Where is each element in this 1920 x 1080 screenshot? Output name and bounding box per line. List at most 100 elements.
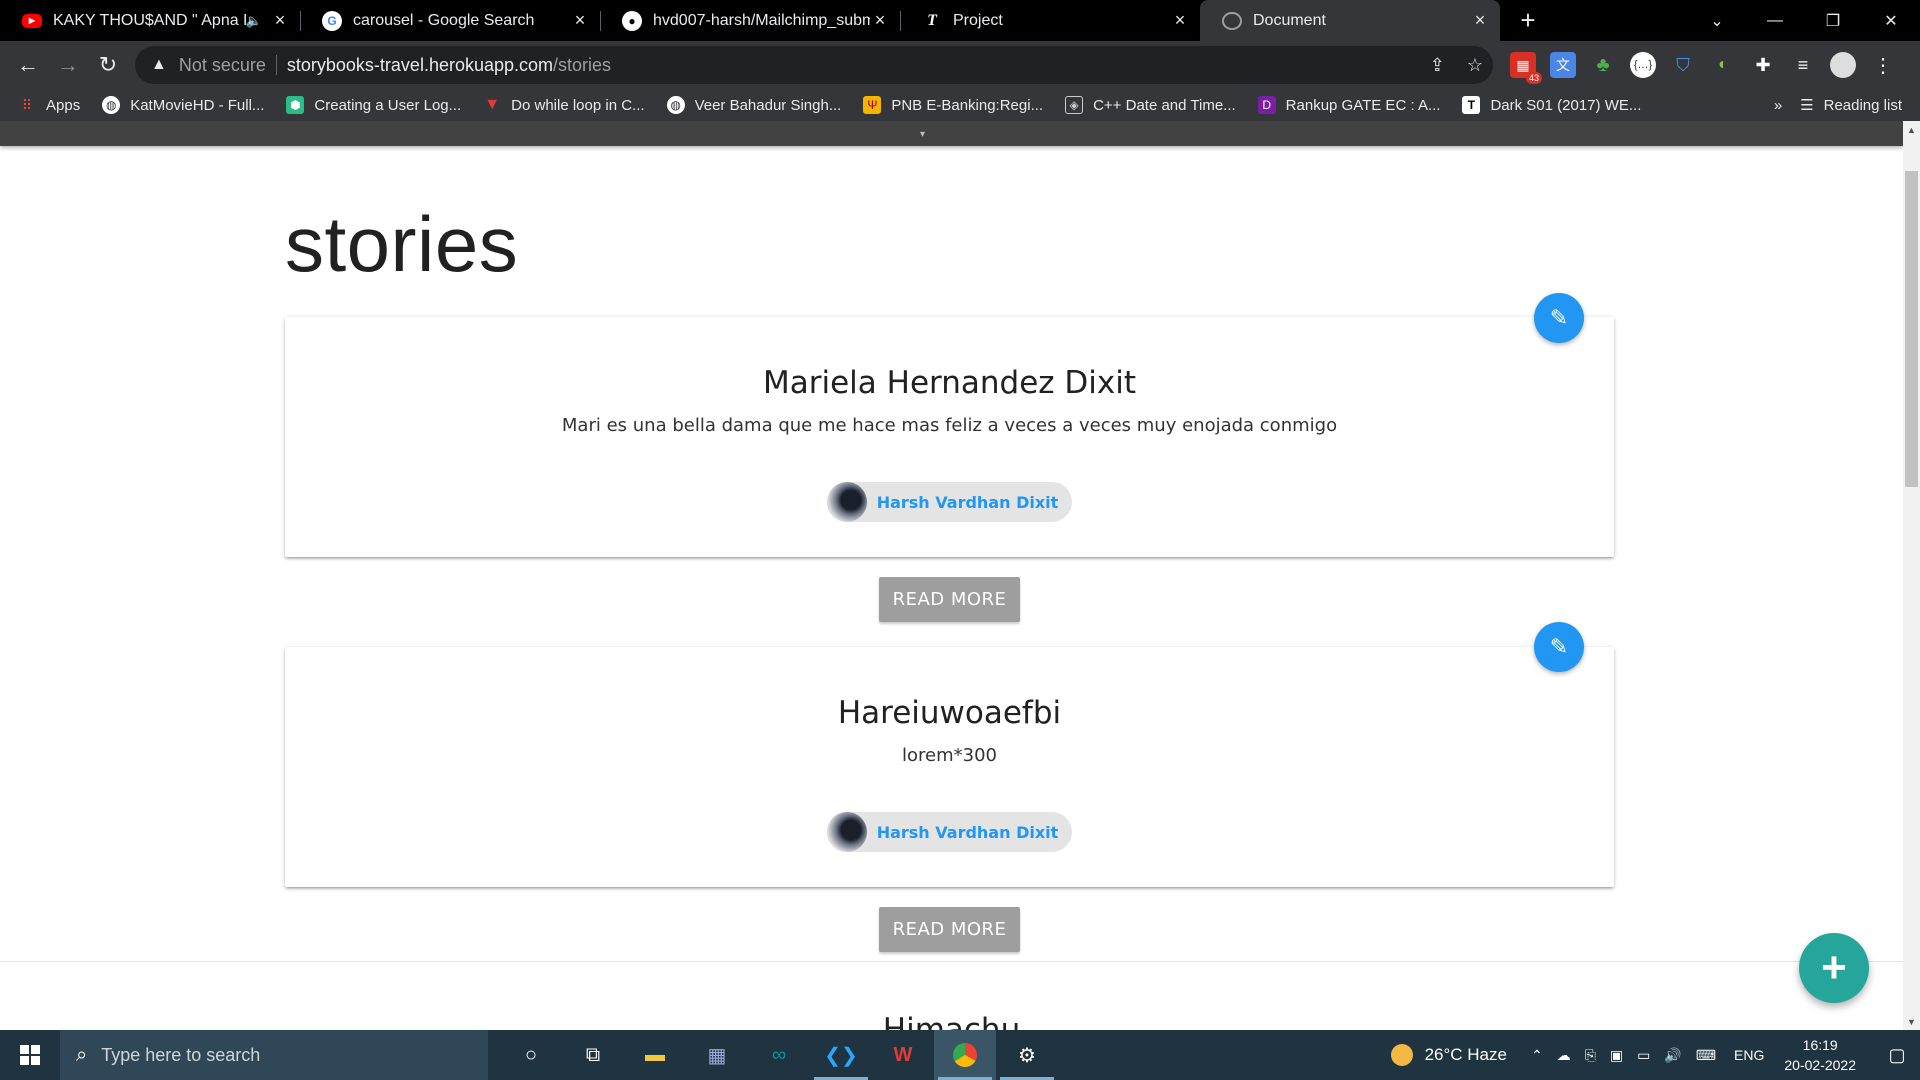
notification-center-icon[interactable]: ▢ <box>1874 1030 1920 1080</box>
author-chip[interactable]: Harsh Vardhan Dixit <box>826 812 1073 852</box>
url-path[interactable]: /stories <box>553 55 611 76</box>
reading-list-button[interactable]: ☰ Reading list <box>1800 96 1902 115</box>
share-icon[interactable]: ⇪ <box>1430 55 1445 76</box>
kebab-menu-icon[interactable]: ⋮ <box>1870 52 1896 78</box>
speaker-icon[interactable]: 🔈 <box>246 13 262 29</box>
scroll-up-arrow-icon[interactable]: ▲ <box>1903 121 1920 138</box>
avatar <box>826 812 867 852</box>
bookmark-veer-bahadur[interactable]: ◍ Veer Bahadur Singh... <box>666 96 842 114</box>
bookmark-user-login[interactable]: ⬢ Creating a User Log... <box>286 96 461 114</box>
rankup-icon: D <box>1257 96 1276 114</box>
notification-badge: 43 <box>1525 72 1542 84</box>
page-scrollbar[interactable]: ▲ ▼ <box>1903 121 1920 1030</box>
story-title: Himachu <box>882 1012 1021 1030</box>
arduino-icon[interactable]: ∞ <box>748 1030 810 1080</box>
search-icon: ⌕ <box>76 1043 88 1066</box>
cortana-icon[interactable]: ○ <box>500 1030 562 1080</box>
usb-icon[interactable]: ⎘ <box>1585 1047 1596 1064</box>
meet-now-icon[interactable]: ▣ <box>1610 1047 1623 1064</box>
close-icon[interactable]: × <box>270 10 290 31</box>
wps-office-icon[interactable]: W <box>872 1030 934 1080</box>
bookmark-do-while[interactable]: ▼ Do while loop in C... <box>483 96 644 114</box>
clock[interactable]: 16:19 20-02-2022 <box>1784 1035 1856 1075</box>
restore-icon[interactable]: ❐ <box>1804 0 1862 41</box>
media-queue-icon[interactable]: ≡ <box>1790 52 1816 78</box>
battery-icon[interactable]: ▭ <box>1637 1047 1650 1064</box>
reading-list-icon: ☰ <box>1800 97 1814 114</box>
task-view-icon[interactable]: ⧉ <box>562 1030 624 1080</box>
chevron-up-icon[interactable]: ⌃ <box>1531 1047 1543 1064</box>
read-more-button[interactable]: READ MORE <box>879 577 1020 622</box>
calendar-extension-icon[interactable]: ▦ 43 <box>1510 52 1542 84</box>
settings-gear-icon[interactable]: ⚙ <box>996 1030 1058 1080</box>
author-chip[interactable]: Harsh Vardhan Dixit <box>826 482 1073 522</box>
bookmarks-overflow-button[interactable]: » <box>1774 97 1782 114</box>
reload-icon[interactable]: ↻ <box>88 45 128 85</box>
warning-triangle-icon[interactable]: ▲ <box>151 56 167 74</box>
bookmark-dark[interactable]: T Dark S01 (2017) WE... <box>1462 96 1641 114</box>
onedrive-icon[interactable]: ☁ <box>1557 1047 1571 1064</box>
bookmark-star-icon[interactable]: ☆ <box>1467 55 1483 76</box>
network-icon[interactable]: ⌨ <box>1696 1047 1716 1064</box>
chrome-icon[interactable] <box>934 1030 996 1080</box>
shield-extension-icon[interactable]: ⛉ <box>1670 52 1696 78</box>
color-picker-extension-icon[interactable]: ◐ <box>1710 52 1736 78</box>
add-story-button[interactable]: + <box>1799 933 1869 1003</box>
author-name[interactable]: Harsh Vardhan Dixit <box>877 493 1059 512</box>
json-extension-icon[interactable]: {…} <box>1630 52 1656 78</box>
puzzle-extensions-icon[interactable]: ✚ <box>1750 52 1776 78</box>
t-icon: T <box>1462 96 1481 114</box>
minimize-icon[interactable]: — <box>1746 0 1804 41</box>
close-icon[interactable]: × <box>1170 10 1190 31</box>
profile-avatar-icon[interactable] <box>1830 52 1856 78</box>
bookmark-label: Apps <box>46 96 81 114</box>
bookmark-katmoviehd[interactable]: ◍ KatMovieHD - Full... <box>102 96 264 114</box>
tab-youtube[interactable]: ▶ KAKY THOU$AND " Apna Dc 🔈 × <box>0 0 300 41</box>
url-host[interactable]: storybooks-travel.herokuapp.com <box>287 55 553 76</box>
tab-search-chevron-icon[interactable]: ⌄ <box>1688 0 1746 41</box>
back-arrow-icon[interactable]: ← <box>8 45 48 85</box>
bookmark-cpp-date[interactable]: ◈ C++ Date and Time... <box>1065 96 1236 114</box>
new-tab-button[interactable]: + <box>1508 0 1548 41</box>
file-explorer-icon[interactable]: ▬ <box>624 1030 686 1080</box>
scroll-down-arrow-icon[interactable]: ▼ <box>1903 1013 1920 1030</box>
translate-extension-icon[interactable]: 文 <box>1550 52 1576 78</box>
bookmark-label: Do while loop in C... <box>511 96 645 114</box>
start-button[interactable] <box>0 1030 60 1080</box>
tab-document[interactable]: Document × <box>1200 0 1500 41</box>
address-bar[interactable]: ▲ Not secure storybooks-travel.herokuapp… <box>135 46 1493 84</box>
tab-strip: ▶ KAKY THOU$AND " Apna Dc 🔈 × G carousel… <box>0 0 1920 41</box>
google-icon: G <box>322 10 342 31</box>
bookmark-pnb[interactable]: Ψ PNB E-Banking:Regi... <box>863 96 1043 114</box>
close-icon[interactable]: × <box>570 10 590 31</box>
edit-story-button[interactable]: ✎ <box>1534 622 1584 672</box>
tab-title: Project <box>953 11 1003 29</box>
photo-app-icon[interactable]: ▦ <box>686 1030 748 1080</box>
taskbar-search[interactable]: ⌕ Type here to search <box>60 1030 488 1080</box>
close-icon[interactable]: × <box>1470 10 1490 31</box>
bookmark-rankup[interactable]: D Rankup GATE EC : A... <box>1257 96 1440 114</box>
bookmark-label: Veer Bahadur Singh... <box>694 96 842 114</box>
read-more-button[interactable]: READ MORE <box>879 907 1020 952</box>
close-window-icon[interactable]: ✕ <box>1862 0 1920 41</box>
tab-github[interactable]: ● hvd007-harsh/Mailchimp_submit × <box>600 0 900 41</box>
site-navbar: ▾ <box>0 121 1903 146</box>
scroll-thumb[interactable] <box>1905 171 1918 487</box>
globe-icon: ◍ <box>102 96 121 114</box>
volume-icon[interactable]: 🔊 <box>1664 1047 1681 1064</box>
security-label[interactable]: Not secure <box>179 55 266 76</box>
bookmark-label: Creating a User Log... <box>314 96 462 114</box>
tab-google-search[interactable]: G carousel - Google Search × <box>300 0 600 41</box>
weather-widget[interactable]: 26°C Haze <box>1390 1044 1507 1066</box>
edit-story-button[interactable]: ✎ <box>1534 293 1584 343</box>
tab-project[interactable]: T Project × <box>900 0 1200 41</box>
close-icon[interactable]: × <box>870 10 890 31</box>
author-name[interactable]: Harsh Vardhan Dixit <box>877 823 1059 842</box>
bookmark-apps[interactable]: ⠿ Apps <box>18 96 80 114</box>
language-indicator[interactable]: ENG <box>1734 1047 1764 1063</box>
vscode-icon[interactable]: ❮❯ <box>810 1030 872 1080</box>
tree-extension-icon[interactable]: ♣ <box>1590 52 1616 78</box>
forward-arrow-icon[interactable]: → <box>48 45 88 85</box>
tab-title: Document <box>1253 11 1326 29</box>
page-title: stories <box>285 200 519 288</box>
